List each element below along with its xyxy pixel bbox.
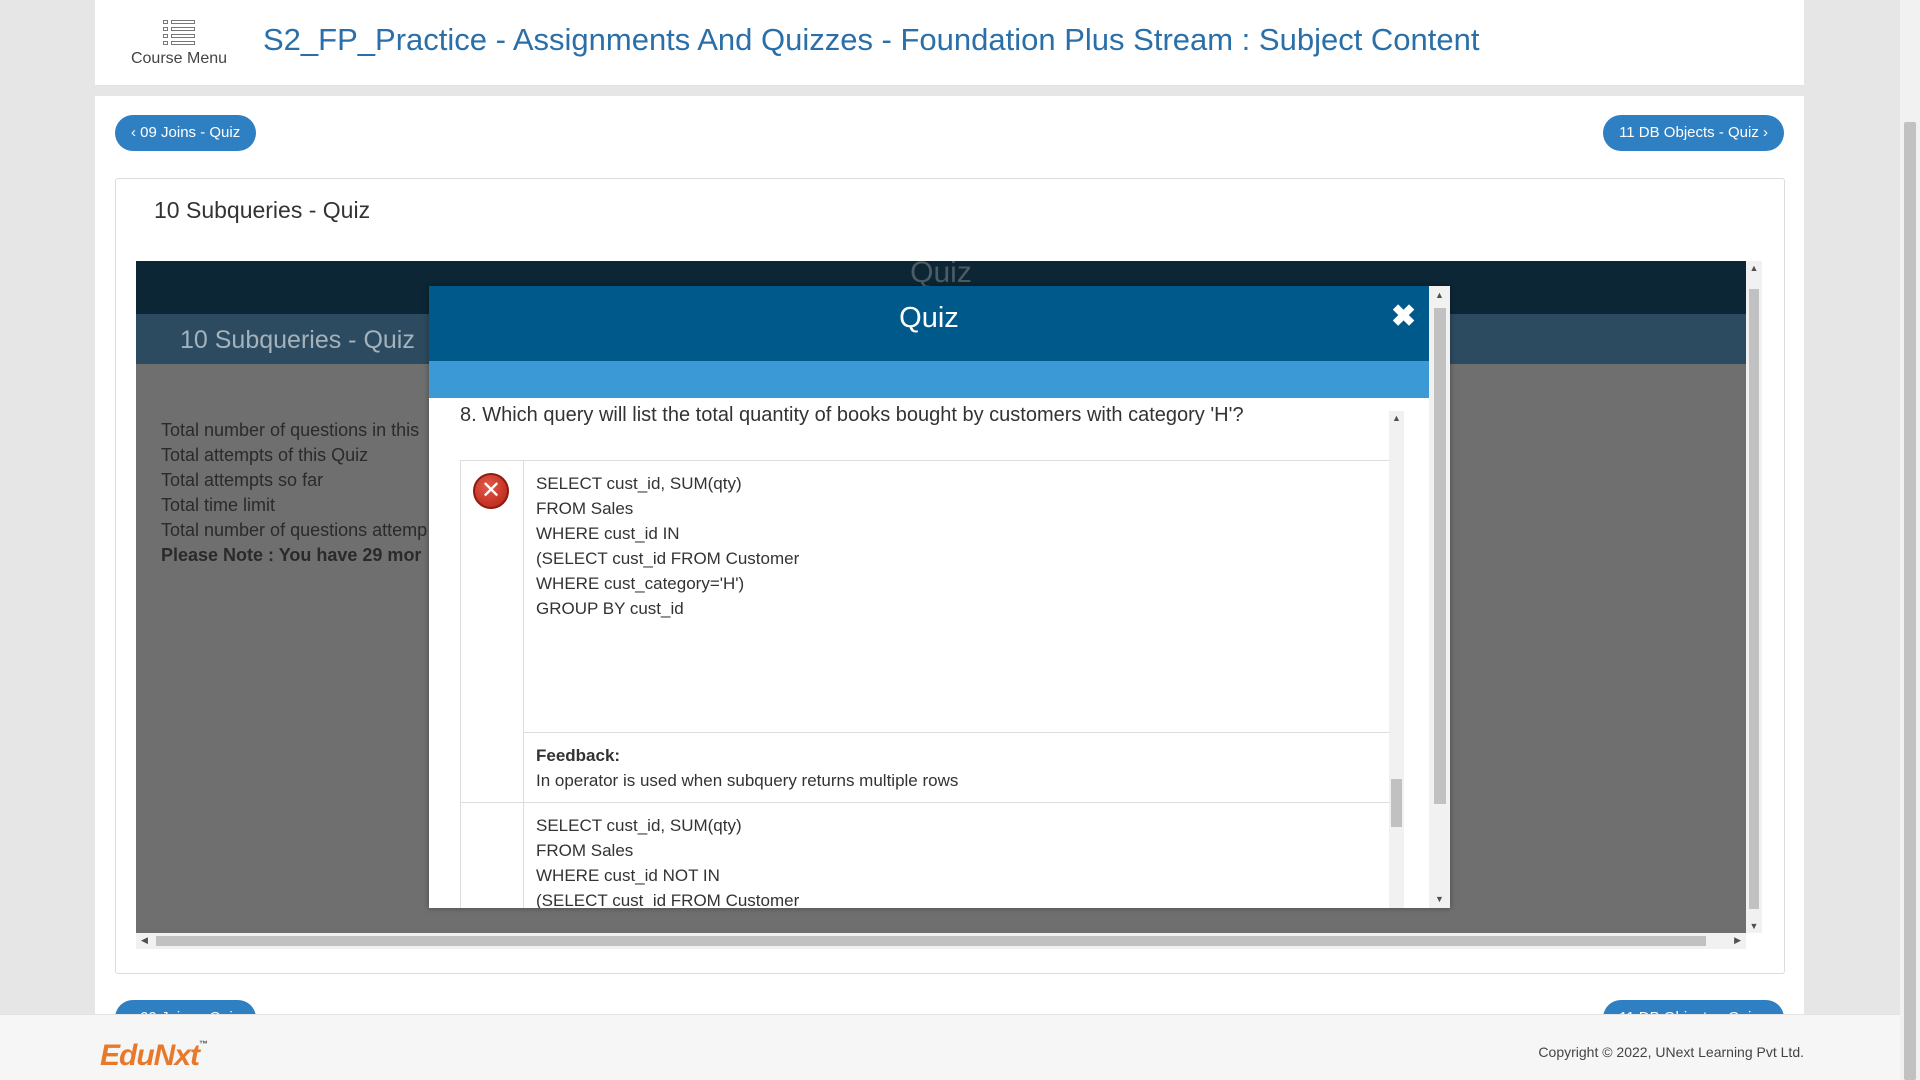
info-line: Total number of questions attemp: [161, 520, 428, 540]
previous-quiz-button[interactable]: ‹ 09 Joins - Quiz: [115, 115, 257, 151]
logo-trademark: ™: [199, 1039, 208, 1049]
header: Course Menu S2_FP_Practice - Assignments…: [95, 0, 1804, 86]
scroll-down-arrow-icon[interactable]: ▼: [1746, 921, 1762, 931]
list-menu-icon: [163, 20, 195, 46]
scroll-thumb[interactable]: [156, 936, 1706, 946]
answer-option[interactable]: SELECT cust_id, SUM(qty) FROM Sales WHER…: [461, 803, 1402, 908]
answer-feedback: Feedback: In operator is used when subqu…: [524, 732, 1402, 803]
close-icon[interactable]: ✖: [1391, 300, 1416, 334]
modal-header: Quiz ✖: [429, 286, 1429, 361]
scroll-left-arrow-icon[interactable]: ◀: [141, 935, 148, 946]
scroll-up-arrow-icon[interactable]: ▲: [1389, 413, 1404, 423]
content-title: 10 Subqueries - Quiz: [154, 197, 371, 223]
answer-code: SELECT cust_id, SUM(qty) FROM Sales WHER…: [536, 816, 800, 908]
attempts-note: Please Note : You have 29 mor: [161, 545, 422, 565]
scroll-thumb[interactable]: [1391, 779, 1402, 827]
info-line: Total attempts so far: [161, 470, 324, 490]
course-menu-label: Course Menu: [130, 50, 228, 67]
frame-top-title: Quiz: [910, 261, 972, 289]
answer-code: SELECT cust_id, SUM(qty) FROM Sales WHER…: [536, 474, 800, 618]
info-line: Total number of questions in this: [161, 420, 420, 440]
scroll-thumb[interactable]: [1434, 308, 1446, 804]
copyright-text: Copyright © 2022, UNext Learning Pvt Ltd…: [1538, 1044, 1804, 1060]
scroll-up-arrow-icon[interactable]: ▲: [1746, 263, 1762, 273]
quiz-modal: Quiz ✖ 8. Which query will list the tota…: [429, 286, 1450, 908]
next-quiz-button[interactable]: 11 DB Objects - Quiz ›: [1603, 115, 1784, 151]
feedback-label: Feedback:: [536, 746, 621, 765]
wrong-answer-icon: ✕: [473, 473, 509, 509]
modal-scrollbar[interactable]: ▲ ▼: [1429, 286, 1450, 908]
frame-horizontal-scrollbar[interactable]: ◀ ▶: [136, 933, 1746, 949]
logo-text: EduNxt: [100, 1039, 200, 1072]
scroll-thumb[interactable]: [1904, 122, 1916, 1080]
modal-title: Quiz: [899, 302, 959, 334]
info-line: Total time limit: [161, 495, 276, 515]
feedback-text: In operator is used when subquery return…: [536, 771, 959, 790]
footer: EduNxt™ Copyright © 2022, UNext Learning…: [0, 1014, 1900, 1080]
scroll-thumb[interactable]: [1749, 289, 1759, 909]
header-divider: [95, 86, 1804, 96]
frame-vertical-scrollbar[interactable]: ▲ ▼: [1746, 261, 1762, 933]
info-line: Total attempts of this Quiz: [161, 445, 369, 465]
answer-list: ✕ SELECT cust_id, SUM(qty) FROM Sales WH…: [460, 460, 1403, 908]
frame-sub-title: 10 Subqueries - Quiz: [180, 326, 415, 354]
course-menu-button[interactable]: Course Menu: [123, 20, 235, 68]
question-text: 8. Which query will list the total quant…: [460, 404, 1244, 426]
answer-mark-column: ✕: [461, 461, 524, 802]
answers-scrollbar[interactable]: ▲: [1389, 411, 1404, 908]
edunxt-logo: EduNxt™: [100, 1039, 208, 1073]
page-title: S2_FP_Practice - Assignments And Quizzes…: [263, 22, 1480, 57]
scroll-down-arrow-icon[interactable]: ▼: [1429, 894, 1450, 904]
scroll-up-arrow-icon[interactable]: ▲: [1429, 290, 1450, 300]
scroll-right-arrow-icon[interactable]: ▶: [1734, 935, 1741, 946]
answer-mark-column: [461, 803, 524, 908]
answer-option[interactable]: ✕ SELECT cust_id, SUM(qty) FROM Sales WH…: [461, 461, 1402, 803]
modal-band: [429, 361, 1429, 398]
quiz-info: Total number of questions in this Total …: [161, 418, 427, 568]
page-scrollbar[interactable]: [1900, 0, 1920, 1080]
